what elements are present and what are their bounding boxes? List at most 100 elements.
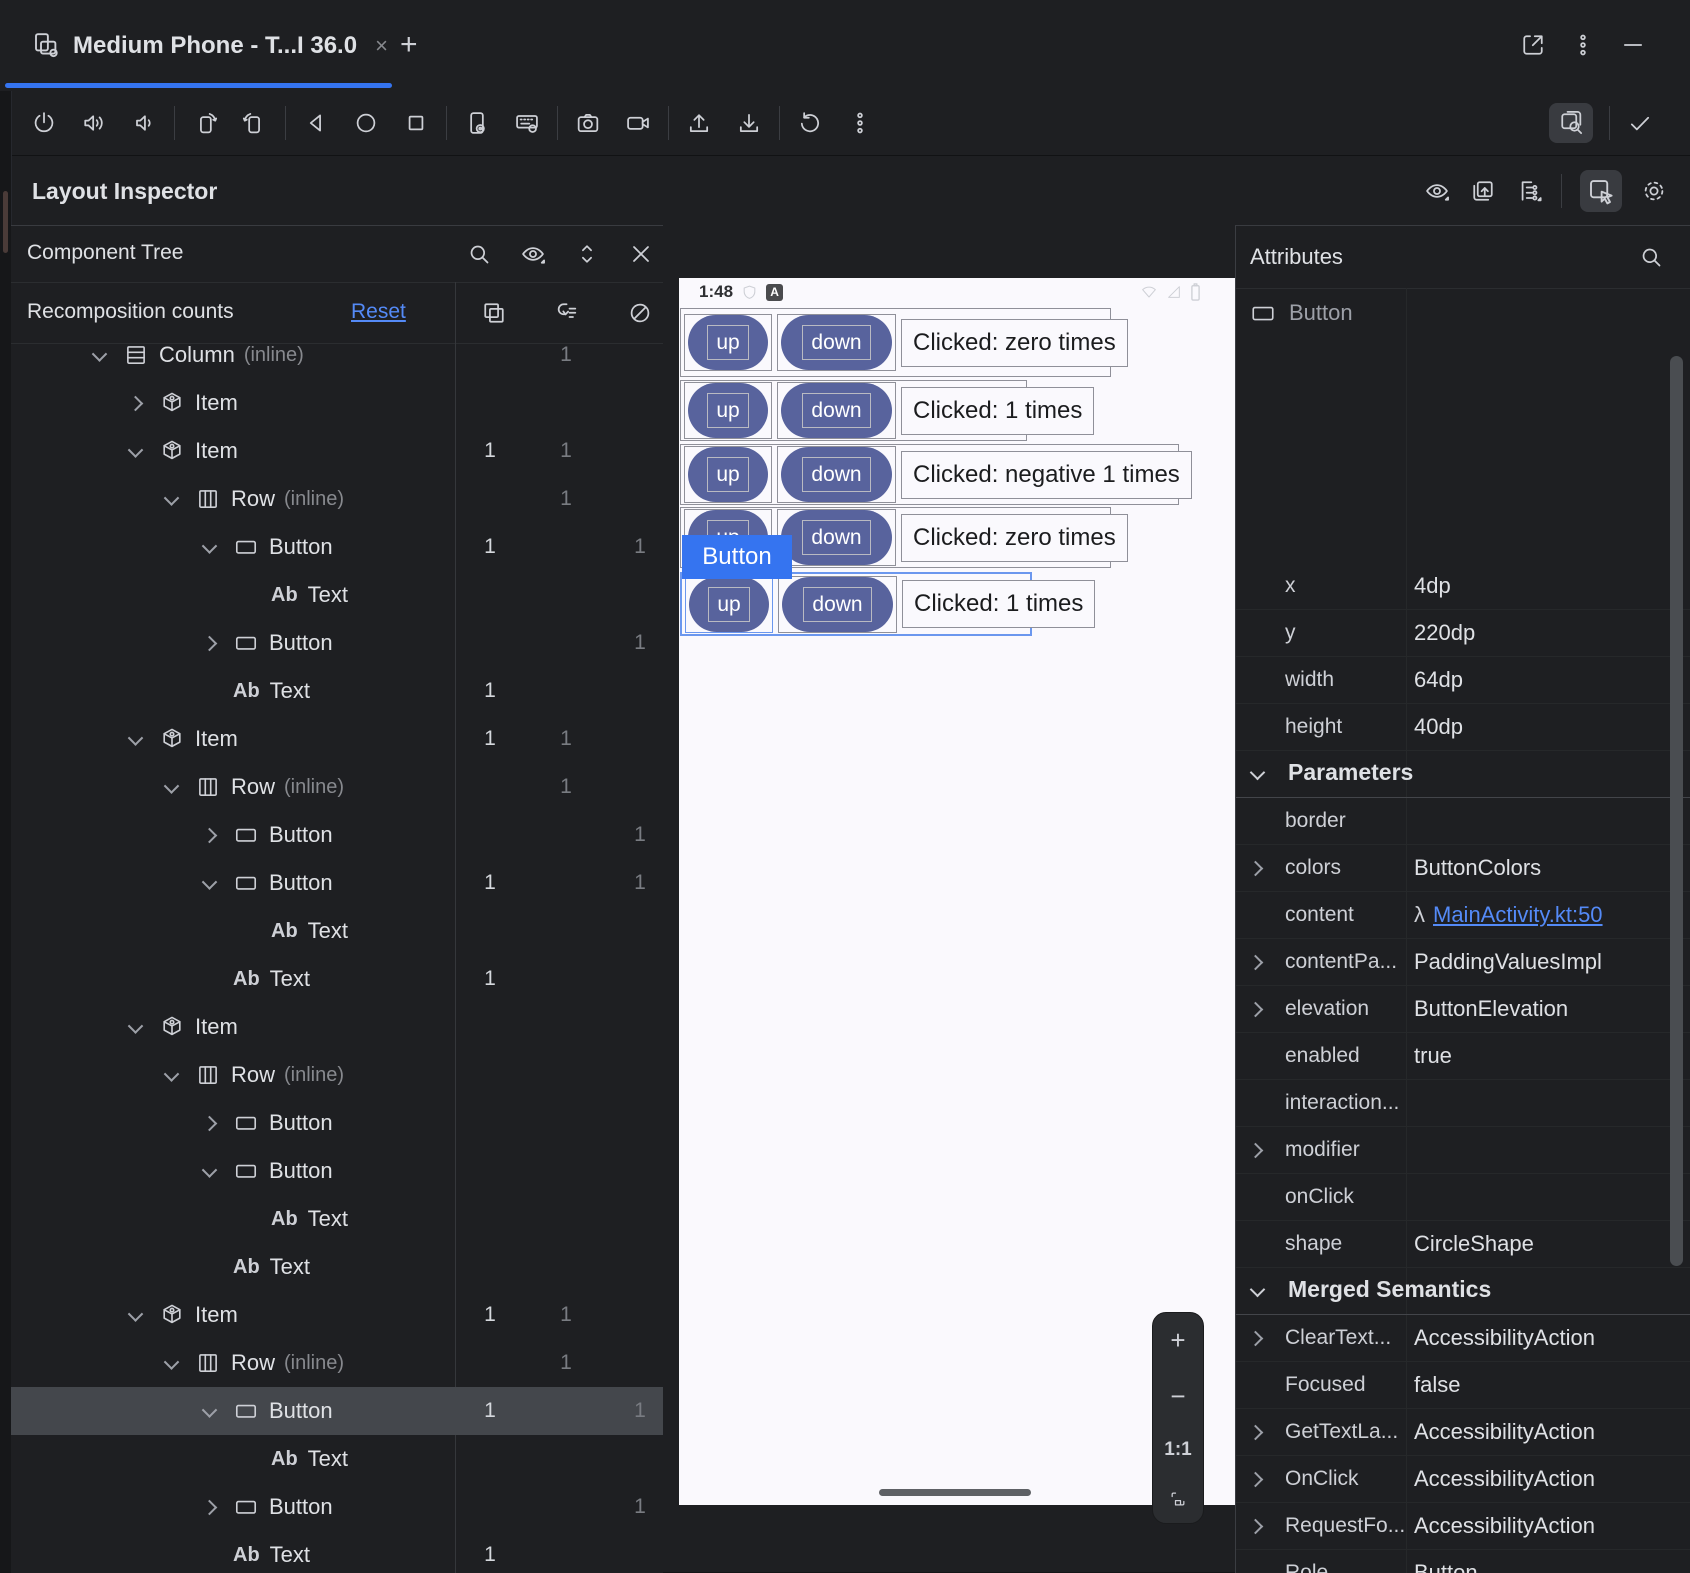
tree-row-text-25[interactable]: AbText1	[11, 1531, 663, 1573]
volume-up-icon[interactable]	[80, 109, 108, 137]
chevron-down-icon[interactable]	[1250, 765, 1266, 781]
attr-row-interaction[interactable]: interaction...	[1236, 1080, 1690, 1127]
chevron-down-icon[interactable]	[159, 1351, 183, 1375]
zoom-scale-label[interactable]: 1:1	[1164, 1440, 1191, 1459]
tree-row-button-22[interactable]: Button11	[11, 1387, 663, 1435]
up-button[interactable]: up	[689, 577, 769, 632]
chevron-down-icon[interactable]	[197, 1159, 221, 1183]
tab-medium-phone[interactable]: Medium Phone - T...I 36.0 ×	[5, 0, 392, 91]
tree-row-text-18[interactable]: AbText	[11, 1195, 663, 1243]
chevron-right-icon[interactable]	[1248, 1143, 1264, 1159]
attr-row-requestfo[interactable]: RequestFo...AccessibilityAction	[1236, 1503, 1690, 1550]
tree-row-button-17[interactable]: Button	[11, 1147, 663, 1195]
tree-row-item-1[interactable]: Item	[11, 379, 663, 427]
tree-row-item-8[interactable]: Item11	[11, 715, 663, 763]
up-button[interactable]: up	[688, 315, 768, 370]
tree-row-item-2[interactable]: Item11	[11, 427, 663, 475]
attr-row-onclick[interactable]: onClick	[1236, 1174, 1690, 1221]
volume-down-icon[interactable]	[130, 109, 158, 137]
tree-row-text-7[interactable]: AbText1	[11, 667, 663, 715]
chevron-down-icon[interactable]	[87, 343, 111, 367]
down-button[interactable]: down	[781, 383, 892, 438]
tree-row-item-20[interactable]: Item11	[11, 1291, 663, 1339]
home-indicator[interactable]	[879, 1489, 1031, 1496]
attr-row-y[interactable]: y220dp	[1236, 610, 1690, 657]
attr-row-colors[interactable]: colorsButtonColors	[1236, 845, 1690, 892]
screen-record-icon[interactable]	[624, 109, 652, 137]
tree-row-text-13[interactable]: AbText1	[11, 955, 663, 1003]
chevron-right-icon[interactable]	[197, 1111, 221, 1135]
tree-row-text-23[interactable]: AbText	[11, 1435, 663, 1483]
attr-row-enabled[interactable]: enabledtrue	[1236, 1033, 1690, 1080]
expand-all-icon[interactable]	[573, 240, 601, 268]
chevron-down-icon[interactable]	[123, 1303, 147, 1327]
chevron-right-icon[interactable]	[1248, 861, 1264, 877]
attr-value[interactable]: λMainActivity.kt:50	[1414, 902, 1603, 928]
chevron-down-icon[interactable]	[123, 439, 147, 463]
chevron-right-icon[interactable]	[1248, 955, 1264, 971]
kebab-menu-icon[interactable]	[1568, 30, 1598, 60]
chevron-right-icon[interactable]	[197, 1495, 221, 1519]
up-button[interactable]: up	[688, 447, 768, 502]
attr-row-height[interactable]: height40dp	[1236, 704, 1690, 751]
fit-screen-icon[interactable]	[1168, 1489, 1188, 1509]
chevron-down-icon[interactable]	[159, 487, 183, 511]
layout-inspector-snapshot-button[interactable]	[1549, 103, 1593, 143]
chevron-right-icon[interactable]	[123, 391, 147, 415]
tree-row-button-10[interactable]: Button1	[11, 811, 663, 859]
tree-row-column-0[interactable]: Column(inline)1	[11, 343, 663, 379]
new-tab-button[interactable]: +	[400, 28, 418, 62]
tree-row-button-16[interactable]: Button	[11, 1099, 663, 1147]
chevron-down-icon[interactable]	[123, 1015, 147, 1039]
back-icon[interactable]	[302, 109, 330, 137]
chevron-right-icon[interactable]	[1248, 1425, 1264, 1441]
down-button[interactable]: down	[781, 510, 892, 565]
attr-row-cleartext[interactable]: ClearText...AccessibilityAction	[1236, 1315, 1690, 1362]
eye-icon[interactable]	[519, 240, 547, 268]
power-icon[interactable]	[30, 109, 58, 137]
ban-icon[interactable]	[626, 299, 654, 327]
device-settings-icon[interactable]	[463, 109, 491, 137]
tree-row-button-4[interactable]: Button11	[11, 523, 663, 571]
chevron-right-icon[interactable]	[197, 631, 221, 655]
chevron-down-icon[interactable]	[197, 1399, 221, 1423]
attr-row-focused[interactable]: Focusedfalse	[1236, 1362, 1690, 1409]
download-icon[interactable]	[735, 109, 763, 137]
zoom-in-button[interactable]: +	[1170, 1327, 1185, 1353]
attr-row-border[interactable]: border	[1236, 798, 1690, 845]
home-icon[interactable]	[352, 109, 380, 137]
attr-row-gettextla[interactable]: GetTextLa...AccessibilityAction	[1236, 1409, 1690, 1456]
chevron-down-icon[interactable]	[159, 775, 183, 799]
chevron-down-icon[interactable]	[159, 1063, 183, 1087]
attr-row-elevation[interactable]: elevationButtonElevation	[1236, 986, 1690, 1033]
select-component-icon[interactable]	[1580, 170, 1622, 212]
chevron-right-icon[interactable]	[1248, 1331, 1264, 1347]
tree-row-row-21[interactable]: Row(inline)1	[11, 1339, 663, 1387]
zoom-out-button[interactable]: −	[1170, 1383, 1185, 1409]
attr-row-onclick[interactable]: OnClickAccessibilityAction	[1236, 1456, 1690, 1503]
virtual-input-icon[interactable]	[513, 109, 541, 137]
screenshot-icon[interactable]	[574, 109, 602, 137]
tree-row-text-19[interactable]: AbText	[11, 1243, 663, 1291]
tree-row-item-14[interactable]: Item	[11, 1003, 663, 1051]
open-in-new-window-icon[interactable]	[1518, 30, 1548, 60]
reset-counts-link[interactable]: Reset	[351, 300, 406, 324]
tree-row-row-3[interactable]: Row(inline)1	[11, 475, 663, 523]
rotate-left-icon[interactable]	[191, 109, 219, 137]
tree-row-button-11[interactable]: Button11	[11, 859, 663, 907]
section-parameters[interactable]: Parameters	[1236, 751, 1690, 798]
attr-row-contentpa[interactable]: contentPa...PaddingValuesImpl	[1236, 939, 1690, 986]
section-merged-semantics[interactable]: Merged Semantics	[1236, 1268, 1690, 1315]
minimize-icon[interactable]	[1618, 30, 1648, 60]
more-icon[interactable]	[846, 109, 874, 137]
down-button[interactable]: down	[781, 315, 892, 370]
attr-row-x[interactable]: x4dp	[1236, 563, 1690, 610]
down-button[interactable]: down	[782, 577, 893, 632]
overview-icon[interactable]	[402, 109, 430, 137]
attr-row-shape[interactable]: shapeCircleShape	[1236, 1221, 1690, 1268]
attributes-scrollbar[interactable]	[1670, 356, 1683, 1266]
up-button[interactable]: up	[688, 383, 768, 438]
tab-close-icon[interactable]: ×	[375, 33, 388, 59]
chevron-down-icon[interactable]	[1250, 1282, 1266, 1298]
gear-icon[interactable]	[1640, 177, 1668, 205]
